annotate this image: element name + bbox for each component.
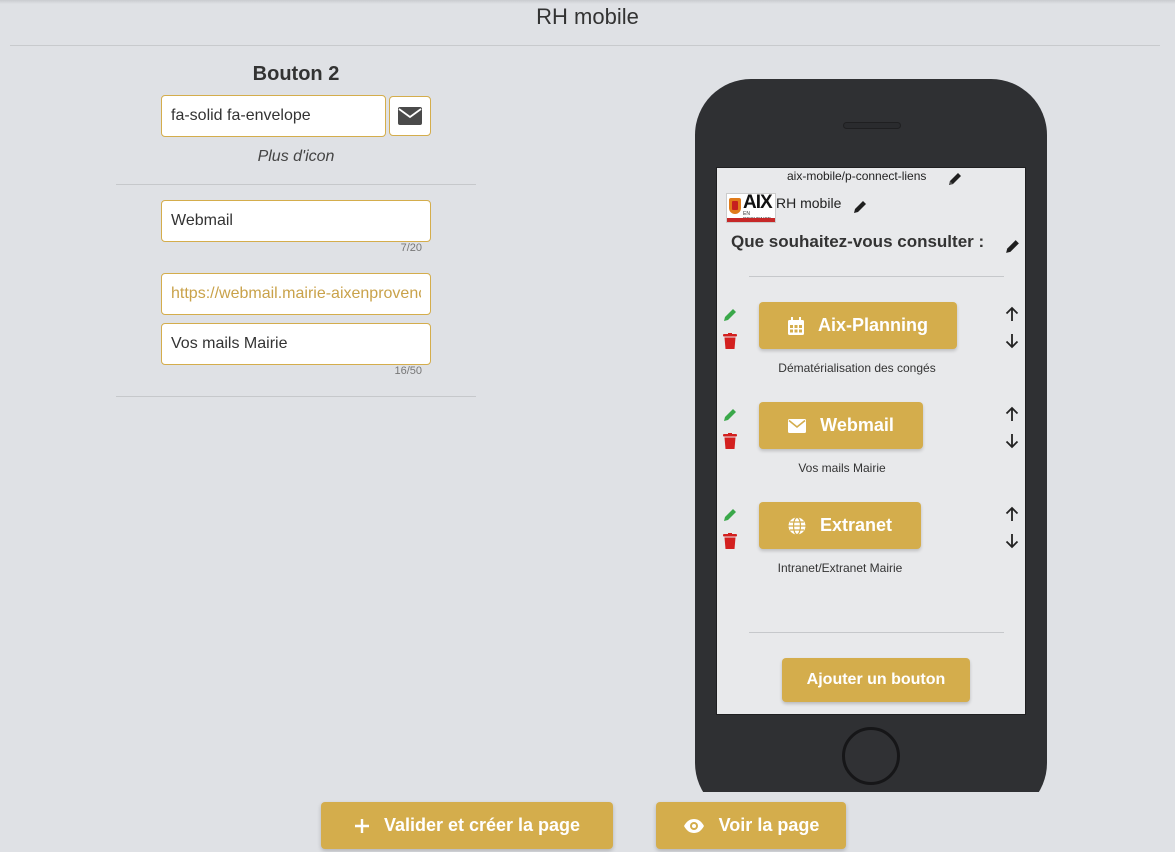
validate-label: Valider et créer la page <box>383 815 581 835</box>
envelope-icon <box>788 418 807 433</box>
edit-question-pencil-icon[interactable] <box>1004 238 1021 255</box>
edit-button-pencil-icon[interactable] <box>722 407 738 423</box>
screen-divider <box>749 632 1004 633</box>
phone-home-button <box>842 727 900 785</box>
phone-screen: aix-mobile/p-connect-liens AIX EN PROVEN… <box>716 167 1026 715</box>
phone-speaker <box>843 122 901 129</box>
preview-button-aix-planning[interactable]: Aix-Planning <box>759 302 957 349</box>
button-label-input[interactable] <box>161 200 431 242</box>
preview-button-extranet[interactable]: Extranet <box>759 502 921 549</box>
globe-icon <box>788 516 806 535</box>
move-down-arrow-icon[interactable] <box>1005 533 1019 549</box>
button-description: Intranet/Extranet Mairie <box>777 561 903 575</box>
description-char-counter: 16/50 <box>394 365 422 377</box>
calendar-icon <box>787 316 804 335</box>
label-char-counter: 7/20 <box>400 242 422 254</box>
page-title: RH mobile <box>536 4 639 29</box>
edit-button-pencil-icon[interactable] <box>722 307 738 323</box>
edit-button-pencil-icon[interactable] <box>722 507 738 523</box>
button-url-input[interactable] <box>161 273 431 315</box>
delete-button-trash-icon[interactable] <box>723 333 737 349</box>
button-label: Aix-Planning <box>817 315 928 335</box>
move-down-arrow-icon[interactable] <box>1005 433 1019 449</box>
plus-icon <box>354 818 369 833</box>
editor-heading: Bouton 2 <box>252 63 340 85</box>
delete-button-trash-icon[interactable] <box>723 433 737 449</box>
move-up-arrow-icon[interactable] <box>1005 506 1019 522</box>
logo-bar <box>727 218 775 222</box>
view-label: Voir la page <box>718 815 820 835</box>
move-up-arrow-icon[interactable] <box>1005 306 1019 322</box>
section-divider <box>116 396 476 397</box>
eye-icon <box>683 818 704 833</box>
phone-preview: aix-mobile/p-connect-liens AIX EN PROVEN… <box>695 79 1047 819</box>
button-label: Webmail <box>820 415 894 435</box>
button-description: Dématérialisation des congés <box>778 361 936 375</box>
view-page-button[interactable]: Voir la page <box>656 802 846 849</box>
move-up-arrow-icon[interactable] <box>1005 406 1019 422</box>
page-path: aix-mobile/p-connect-liens <box>787 169 927 183</box>
button-label: Extranet <box>819 515 893 535</box>
add-button[interactable]: Ajouter un bouton <box>782 658 970 702</box>
crest-icon <box>729 198 741 214</box>
edit-path-pencil-icon[interactable] <box>947 171 963 187</box>
title-divider <box>10 45 1160 46</box>
envelope-icon <box>398 107 422 125</box>
icon-preview-button[interactable] <box>389 96 431 136</box>
more-icons-link[interactable]: Plus d'icon <box>116 148 476 166</box>
app-title: RH mobile <box>776 195 842 211</box>
delete-button-trash-icon[interactable] <box>723 533 737 549</box>
section-divider <box>116 184 476 185</box>
validate-create-page-button[interactable]: Valider et créer la page <box>321 802 613 849</box>
preview-button-webmail[interactable]: Webmail <box>759 402 923 449</box>
edit-title-pencil-icon[interactable] <box>852 199 868 215</box>
question-heading: Que souhaitez-vous consulter : <box>731 232 985 251</box>
button-description-input[interactable] <box>161 323 431 365</box>
move-down-arrow-icon[interactable] <box>1005 333 1019 349</box>
button-description: Vos mails Mairie <box>798 461 886 475</box>
screen-divider <box>749 276 1004 277</box>
icon-class-input[interactable] <box>161 95 386 137</box>
aix-logo: AIX EN PROVENCE <box>726 192 776 223</box>
